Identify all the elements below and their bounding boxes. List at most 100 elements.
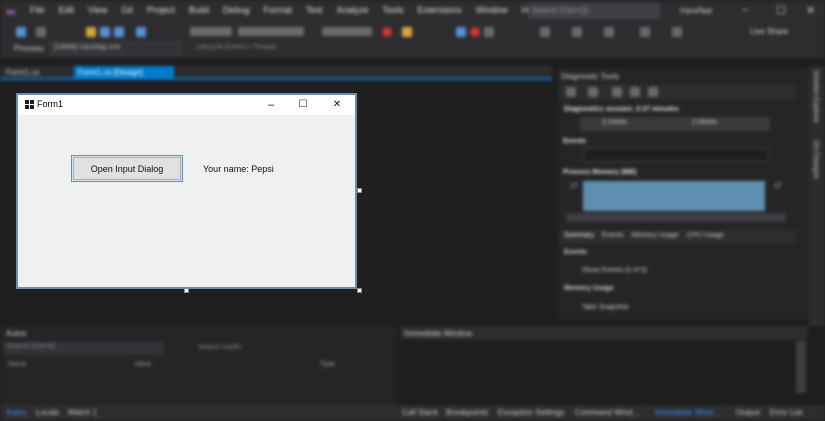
autos-panel: [0, 326, 396, 406]
tab-summary[interactable]: Summary: [564, 232, 594, 242]
summary-events-heading: Events: [564, 249, 587, 256]
your-name-label: Your name: Pepsi: [203, 164, 274, 174]
tab-memory-usage[interactable]: Memory Usage: [631, 232, 678, 242]
save-all-icon[interactable]: [114, 27, 124, 37]
menu-build[interactable]: Build: [189, 5, 209, 15]
autos-title: Autos: [6, 329, 27, 338]
save-icon[interactable]: [100, 27, 110, 37]
restart-icon[interactable]: [484, 27, 494, 37]
menu-project[interactable]: Project: [147, 5, 175, 15]
tab-form1-design[interactable]: Form1.cs [Design]: [74, 66, 174, 80]
process-dropdown[interactable]: [24688] InputApp.exe: [50, 42, 182, 55]
lifecycle-events-dropdown[interactable]: Lifecycle Events • Thread:: [196, 44, 277, 51]
step-over-icon[interactable]: [572, 27, 582, 37]
menu-analyze[interactable]: Analyze: [337, 5, 369, 15]
take-snapshot-link[interactable]: Take Snapshot: [582, 304, 628, 311]
menu-edit[interactable]: Edit: [59, 5, 75, 15]
step-icon[interactable]: [540, 27, 550, 37]
form1-window[interactable]: Form1 – ☐ ✕ Open Input Dialog Your name:…: [16, 93, 357, 289]
menu-extensions[interactable]: Extensions: [418, 5, 462, 15]
settings-icon[interactable]: [566, 87, 576, 97]
maximize-icon[interactable]: ☐: [776, 4, 786, 17]
process-memory-header[interactable]: Process Memory (MB): [563, 169, 637, 176]
project-name: InputApp: [680, 6, 713, 15]
diagnostics-session: Diagnostics session: 2:27 minutes: [564, 106, 679, 113]
tab-form1-cs[interactable]: Form1.cs: [6, 68, 39, 77]
bookmark-icon[interactable]: [672, 27, 682, 37]
tab-watch-1[interactable]: Watch 1: [68, 408, 97, 417]
menu-test[interactable]: Test: [306, 5, 323, 15]
immediate-scrollbar[interactable]: [796, 341, 806, 393]
tab-locals[interactable]: Locals: [36, 408, 59, 417]
autos-search-input[interactable]: Search (Ctrl+E): [4, 342, 164, 355]
reset-zoom-icon[interactable]: [648, 87, 658, 97]
tab-immediate-window[interactable]: Immediate Wind...: [655, 408, 719, 417]
menu-debug[interactable]: Debug: [223, 5, 250, 15]
form-caption: Form1: [37, 99, 64, 109]
step-out-icon[interactable]: [604, 27, 614, 37]
column-type[interactable]: Type: [320, 361, 335, 368]
export-icon[interactable]: [588, 87, 598, 97]
side-tool-strip: Solution Explorer Git Changes: [809, 66, 825, 326]
tab-autos[interactable]: Autos: [6, 408, 26, 417]
resize-handle-corner[interactable]: [357, 288, 362, 293]
tab-cpu-usage[interactable]: CPU Usage: [687, 232, 724, 242]
solution-explorer-tab[interactable]: Solution Explorer: [812, 70, 819, 123]
menu-format[interactable]: Format: [263, 5, 292, 15]
form-minimize-icon[interactable]: –: [260, 97, 282, 113]
zoom-in-icon[interactable]: [612, 87, 622, 97]
open-folder-icon[interactable]: [86, 27, 96, 37]
record-icon[interactable]: [470, 27, 480, 37]
immediate-window[interactable]: [400, 326, 808, 406]
open-input-dialog-button[interactable]: Open Input Dialog: [71, 155, 183, 182]
memory-axis-label-right: 17: [774, 183, 782, 190]
process-label: Process:: [14, 44, 46, 53]
menu-view[interactable]: View: [88, 5, 107, 15]
menu-bar: File Edit View Git Project Build Debug F…: [30, 5, 540, 15]
open-input-dialog-label: Open Input Dialog: [90, 163, 164, 174]
menu-window[interactable]: Window: [476, 5, 508, 15]
visual-studio-logo-icon: ∞: [6, 4, 16, 19]
forward-icon[interactable]: [36, 27, 46, 37]
search-depth-label: Search Depth:: [198, 344, 243, 351]
memory-chart: [583, 181, 765, 211]
resize-handle-right[interactable]: [357, 188, 362, 193]
platform-dropdown[interactable]: [238, 27, 304, 36]
live-share-button[interactable]: Live Share: [750, 27, 788, 36]
tab-call-stack[interactable]: Call Stack: [402, 408, 438, 417]
tab-breakpoints[interactable]: Breakpoints: [446, 408, 488, 417]
stop-icon[interactable]: [382, 27, 392, 37]
show-events-link[interactable]: Show Events (0 of 0): [582, 267, 647, 274]
menu-tools[interactable]: Tools: [383, 5, 404, 15]
hot-reload-icon[interactable]: [402, 27, 412, 37]
tab-error-list[interactable]: Error List: [770, 408, 802, 417]
continue-button[interactable]: [322, 27, 372, 36]
tab-events[interactable]: Events: [602, 232, 623, 242]
zoom-out-icon[interactable]: [630, 87, 640, 97]
git-changes-tab[interactable]: Git Changes: [812, 140, 819, 179]
events-header[interactable]: Events: [563, 138, 586, 145]
undo-icon[interactable]: [136, 27, 146, 37]
tab-command-window[interactable]: Command Wind...: [575, 408, 639, 417]
break-all-icon[interactable]: [456, 27, 466, 37]
immediate-window-title: Immediate Window: [404, 329, 473, 338]
tab-exception-settings[interactable]: Exception Settings: [498, 408, 564, 417]
summary-memory-heading: Memory Usage: [564, 285, 614, 292]
config-dropdown[interactable]: [190, 27, 232, 36]
column-name[interactable]: Name: [8, 361, 27, 368]
menu-file[interactable]: File: [30, 5, 45, 15]
menu-git[interactable]: Git: [121, 5, 133, 15]
form-title-bar: Form1 – ☐ ✕: [18, 95, 355, 115]
timeline-scrollbar[interactable]: [566, 213, 786, 222]
search-input[interactable]: Search (Ctrl+Q): [528, 3, 660, 19]
events-track: [583, 148, 769, 162]
timeline-ruler[interactable]: 2:10min 2:20min: [580, 117, 770, 131]
back-icon[interactable]: [16, 27, 26, 37]
form-close-icon[interactable]: ✕: [326, 97, 348, 113]
column-value[interactable]: Value: [134, 361, 151, 368]
minimize-icon[interactable]: –: [742, 4, 748, 16]
form-maximize-icon[interactable]: ☐: [292, 97, 314, 113]
tab-output[interactable]: Output: [736, 408, 760, 417]
close-icon[interactable]: ✕: [806, 4, 815, 17]
comment-icon[interactable]: [640, 27, 650, 37]
